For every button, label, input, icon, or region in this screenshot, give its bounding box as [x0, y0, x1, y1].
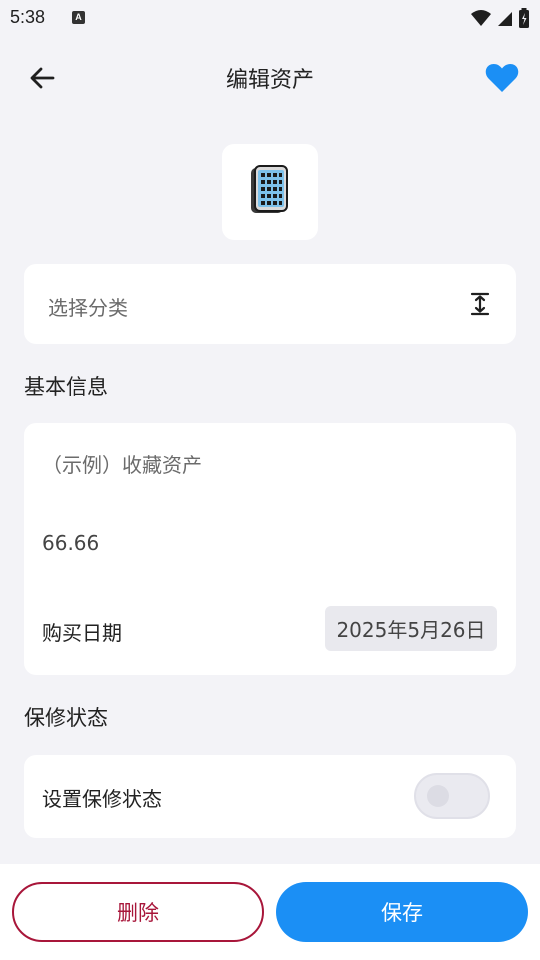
app-bar: 编辑资产 [0, 40, 540, 116]
warranty-toggle-label: 设置保修状态 [42, 787, 162, 811]
price-input[interactable]: 66.66 [42, 531, 498, 563]
phone-icon [249, 165, 291, 219]
a-notification-icon: A [72, 11, 85, 24]
status-bar: 5:38 A [0, 0, 540, 36]
signal-icon [496, 8, 514, 32]
warranty-heading: 保修状态 [24, 706, 108, 730]
asset-icon-picker[interactable] [222, 144, 318, 240]
save-button[interactable]: 保存 [276, 882, 528, 942]
asset-name-input[interactable]: （示例）收藏资产 [42, 449, 498, 481]
category-placeholder: 选择分类 [48, 296, 128, 320]
wifi-icon [470, 8, 492, 32]
heart-icon [485, 63, 519, 97]
purchase-date-label: 购买日期 [42, 621, 122, 645]
warranty-toggle[interactable] [414, 773, 490, 819]
page-title: 编辑资产 [225, 68, 314, 93]
favorite-button[interactable] [480, 58, 524, 102]
warranty-card: 设置保修状态 [24, 755, 516, 838]
expand-vertical-icon [468, 291, 492, 317]
toggle-knob [427, 785, 449, 807]
bottom-action-bar: 删除 保存 [0, 864, 540, 960]
basic-info-card: （示例）收藏资产 66.66 购买日期 2025年5月26日 [24, 423, 516, 675]
delete-button[interactable]: 删除 [12, 882, 264, 942]
status-time: 5:38 [10, 7, 46, 27]
basic-info-heading: 基本信息 [24, 375, 108, 399]
battery-charging-icon [518, 7, 530, 33]
purchase-date-picker[interactable]: 2025年5月26日 [325, 606, 497, 651]
status-icons [470, 7, 530, 33]
category-selector[interactable]: 选择分类 [24, 264, 516, 344]
